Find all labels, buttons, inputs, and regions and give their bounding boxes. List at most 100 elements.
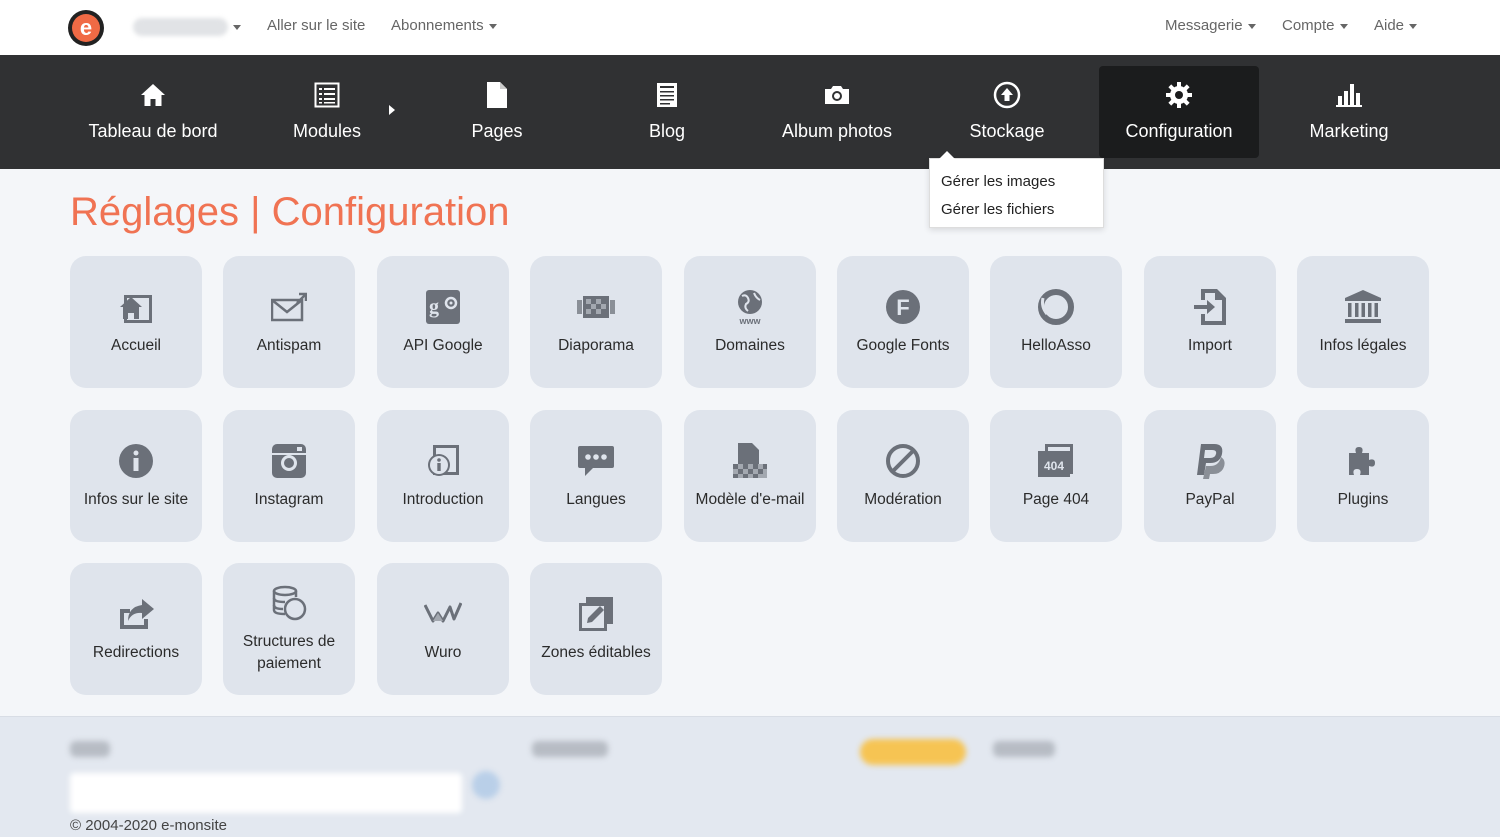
coins-icon bbox=[269, 583, 309, 623]
footer-badge-blurred[interactable] bbox=[860, 739, 966, 765]
tile-label: Instagram bbox=[254, 491, 324, 508]
submit-button-blurred[interactable] bbox=[472, 771, 500, 799]
newsletter-input-blurred[interactable] bbox=[70, 773, 462, 813]
chevron-down-icon bbox=[488, 23, 497, 29]
help-menu[interactable]: Aide bbox=[1374, 17, 1418, 34]
ban-icon bbox=[883, 441, 923, 481]
nav-album-photos[interactable]: Album photos bbox=[757, 66, 917, 158]
intro-info-icon bbox=[423, 441, 463, 481]
tile-label: Antispam bbox=[256, 337, 322, 354]
wuro-icon bbox=[423, 594, 463, 634]
chevron-down-icon bbox=[1409, 23, 1418, 29]
tile-label: Modération bbox=[864, 491, 942, 508]
tile-google-fonts[interactable]: F Google Fonts bbox=[837, 256, 969, 388]
go-to-site-link[interactable]: Aller sur le site bbox=[267, 17, 365, 34]
tile-label: Domaines bbox=[715, 337, 785, 354]
tile-label: Redirections bbox=[92, 644, 180, 661]
helloasso-icon bbox=[1036, 287, 1076, 327]
logo[interactable]: e bbox=[68, 10, 104, 46]
tile-accueil[interactable]: Accueil bbox=[70, 256, 202, 388]
google-settings-icon: g bbox=[423, 287, 463, 327]
dropdown-pointer bbox=[939, 151, 955, 159]
nav-pages[interactable]: Pages bbox=[417, 66, 577, 158]
tile-wuro[interactable]: Wuro bbox=[377, 563, 509, 695]
tile-page-404[interactable]: 404 Page 404 bbox=[990, 410, 1122, 542]
messaging-label: Messagerie bbox=[1165, 17, 1243, 34]
nav-dashboard[interactable]: Tableau de bord bbox=[73, 66, 233, 158]
account-menu[interactable]: Compte bbox=[1282, 17, 1348, 34]
nav-configuration[interactable]: Configuration bbox=[1099, 66, 1259, 158]
nav-label: Marketing bbox=[1309, 121, 1389, 141]
footer-heading-blurred bbox=[70, 741, 110, 757]
tile-instagram[interactable]: Instagram bbox=[223, 410, 355, 542]
messaging-menu[interactable]: Messagerie bbox=[1165, 17, 1256, 34]
subscriptions-menu[interactable]: Abonnements bbox=[391, 17, 497, 34]
nav-label: Pages bbox=[471, 121, 523, 141]
page-title: Réglages | Configuration bbox=[70, 190, 510, 234]
nav-label: Stockage bbox=[969, 121, 1045, 141]
tile-langues[interactable]: Langues bbox=[530, 410, 662, 542]
logo-letter: e bbox=[72, 14, 100, 42]
tile-paypal[interactable]: PayPal bbox=[1144, 410, 1276, 542]
template-icon bbox=[730, 441, 770, 481]
share-arrow-icon bbox=[116, 594, 156, 634]
tile-label: API Google bbox=[403, 337, 483, 354]
storage-dropdown: Gérer les images Gérer les fichiers bbox=[929, 158, 1104, 228]
home-frame-icon bbox=[116, 287, 156, 327]
nav-blog[interactable]: Blog bbox=[587, 66, 747, 158]
tile-infos-legales[interactable]: Infos légales bbox=[1297, 256, 1429, 388]
tile-plugins[interactable]: Plugins bbox=[1297, 410, 1429, 542]
edit-zone-icon bbox=[576, 594, 616, 634]
footer-heading-blurred bbox=[993, 741, 1055, 757]
svg-text:F: F bbox=[896, 295, 909, 320]
instagram-icon bbox=[269, 441, 309, 481]
top-bar: e Aller sur le site Abonnements Messager… bbox=[0, 0, 1500, 55]
tile-introduction[interactable]: Introduction bbox=[377, 410, 509, 542]
tile-import[interactable]: Import bbox=[1144, 256, 1276, 388]
tile-label: Zones éditables bbox=[541, 644, 651, 661]
slideshow-icon bbox=[576, 287, 616, 327]
tile-api-google[interactable]: g API Google bbox=[377, 256, 509, 388]
nav-modules[interactable]: Modules bbox=[247, 66, 407, 158]
site-name-blurred bbox=[133, 18, 228, 36]
tile-structures-paiement[interactable]: Structures de paiement bbox=[223, 563, 355, 695]
tile-moderation[interactable]: Modération bbox=[837, 410, 969, 542]
tile-helloasso[interactable]: HelloAsso bbox=[990, 256, 1122, 388]
bar-chart-icon bbox=[1335, 81, 1363, 109]
tile-label: Diaporama bbox=[558, 337, 634, 354]
tile-redirections[interactable]: Redirections bbox=[70, 563, 202, 695]
chevron-down-icon bbox=[233, 24, 241, 30]
footer-heading-blurred bbox=[532, 741, 608, 757]
tile-label: PayPal bbox=[1185, 491, 1235, 508]
tile-label: HelloAsso bbox=[1021, 337, 1091, 354]
list-icon bbox=[314, 81, 340, 109]
nav-marketing[interactable]: Marketing bbox=[1269, 66, 1429, 158]
site-selector[interactable] bbox=[133, 16, 241, 38]
tile-infos-site[interactable]: Infos sur le site bbox=[70, 410, 202, 542]
nav-label: Modules bbox=[292, 121, 362, 141]
tile-zones-editables[interactable]: Zones éditables bbox=[530, 563, 662, 695]
tile-label: Google Fonts bbox=[856, 337, 950, 354]
font-f-icon: F bbox=[883, 287, 923, 327]
tile-domaines[interactable]: www Domaines bbox=[684, 256, 816, 388]
puzzle-icon bbox=[1343, 441, 1383, 481]
manage-files-link[interactable]: Gérer les fichiers bbox=[930, 196, 1103, 224]
nav-label: Tableau de bord bbox=[88, 121, 218, 141]
bank-icon bbox=[1343, 287, 1383, 327]
svg-text:404: 404 bbox=[1044, 459, 1064, 473]
tile-modele-email[interactable]: Modèle d'e-mail bbox=[684, 410, 816, 542]
camera-icon bbox=[823, 81, 851, 109]
paypal-icon bbox=[1190, 441, 1230, 481]
chevron-down-icon bbox=[1247, 23, 1256, 29]
nav-storage[interactable]: Stockage bbox=[927, 66, 1087, 158]
main-nav: Tableau de bord Modules Pages Blog Album… bbox=[0, 55, 1500, 169]
tile-label: Introduction bbox=[402, 491, 484, 508]
nav-label: Album photos bbox=[781, 121, 893, 141]
tile-diaporama[interactable]: Diaporama bbox=[530, 256, 662, 388]
nav-label: Blog bbox=[648, 121, 686, 141]
tile-antispam[interactable]: Antispam bbox=[223, 256, 355, 388]
tile-label: Page 404 bbox=[1022, 491, 1090, 508]
copyright: © 2004-2020 e-monsite bbox=[70, 817, 227, 834]
tile-label: Infos légales bbox=[1319, 337, 1407, 354]
manage-images-link[interactable]: Gérer les images bbox=[930, 168, 1103, 196]
